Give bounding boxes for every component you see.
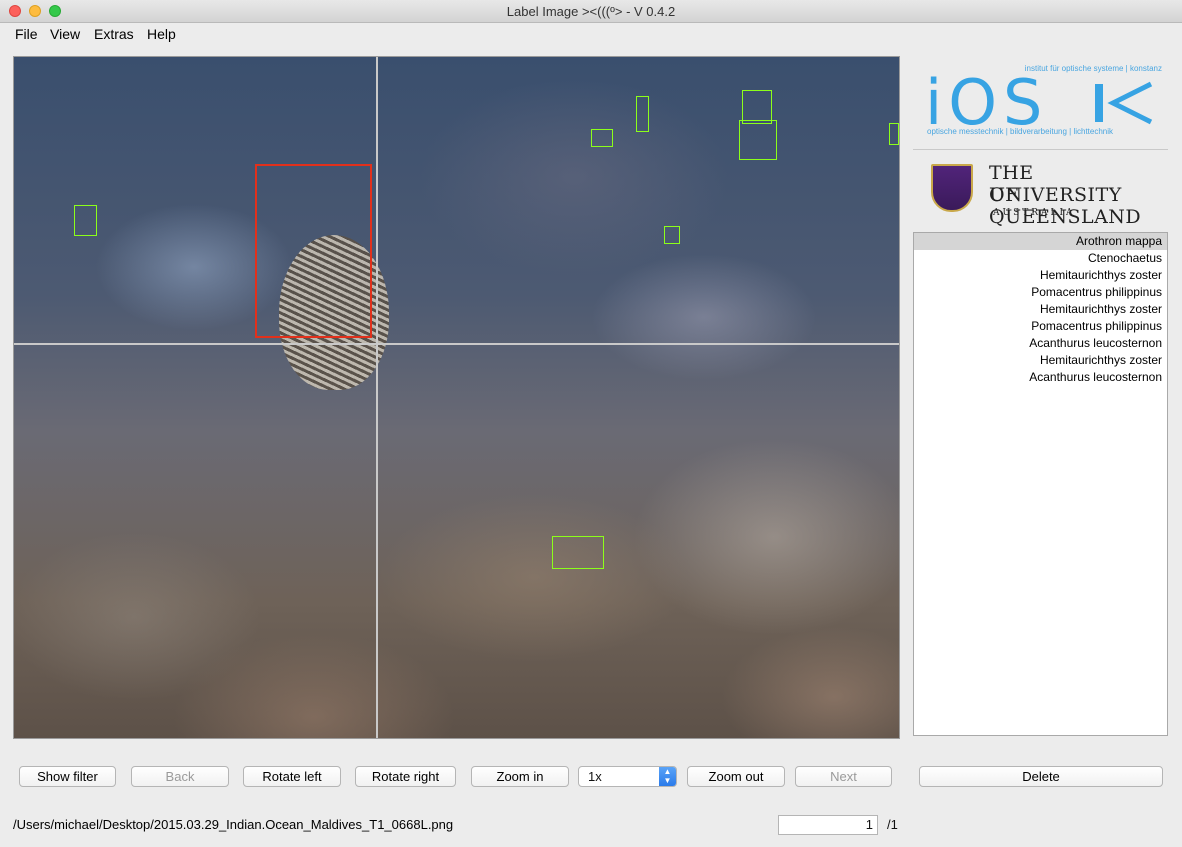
label-item[interactable]: Acanthurus leucosternon: [914, 369, 1167, 386]
ios-logo-symbol: [1095, 81, 1153, 125]
rotate-left-button[interactable]: Rotate left: [243, 766, 341, 787]
bounding-box[interactable]: [74, 205, 97, 236]
label-item[interactable]: Hemitaurichthys zoster: [914, 267, 1167, 284]
next-button[interactable]: Next: [795, 766, 892, 787]
title-bar: Label Image ><(((º> - V 0.4.2: [0, 0, 1182, 23]
label-item[interactable]: Ctenochaetus: [914, 250, 1167, 267]
label-item[interactable]: Acanthurus leucosternon: [914, 335, 1167, 352]
zoom-select[interactable]: 1x ▲ ▼: [578, 766, 677, 787]
bounding-box-selected[interactable]: [255, 164, 372, 338]
bounding-box[interactable]: [591, 129, 613, 147]
zoom-in-button[interactable]: Zoom in: [471, 766, 569, 787]
back-button[interactable]: Back: [131, 766, 229, 787]
show-filter-button[interactable]: Show filter: [19, 766, 116, 787]
label-item[interactable]: Hemitaurichthys zoster: [914, 352, 1167, 369]
page-number-input[interactable]: 1: [778, 815, 878, 835]
label-item[interactable]: Pomacentrus philippinus: [914, 318, 1167, 335]
uq-crest-icon: [931, 164, 973, 212]
uq-logo-line3: AUSTRALIA: [993, 208, 1076, 218]
bounding-box[interactable]: [889, 123, 899, 145]
grid-line-vertical: [376, 57, 378, 738]
file-path: /Users/michael/Desktop/2015.03.29_Indian…: [13, 817, 454, 832]
image-canvas[interactable]: [13, 56, 900, 739]
bounding-box[interactable]: [742, 90, 772, 124]
uq-logo-line2: OF QUEENSLAND: [989, 184, 1142, 228]
delete-button[interactable]: Delete: [919, 766, 1163, 787]
ios-logo-bottom-text: optische messtechnik | bildverarbeitung …: [927, 127, 1114, 136]
label-item-selected[interactable]: Arothron mappa: [914, 233, 1167, 250]
page-total: /1: [887, 817, 898, 832]
window-title: Label Image ><(((º> - V 0.4.2: [506, 4, 676, 19]
rotate-right-button[interactable]: Rotate right: [355, 766, 456, 787]
zoom-select-value: 1x: [588, 769, 602, 784]
ios-logo: institut für optische systeme | konstanz…: [913, 60, 1168, 142]
menu-bar: File View Extras Help: [0, 23, 1182, 45]
grid-line-horizontal: [14, 343, 899, 345]
bounding-box[interactable]: [664, 226, 680, 244]
bounding-box[interactable]: [636, 96, 649, 132]
chevron-up-down-icon: ▲ ▼: [659, 767, 676, 786]
menu-view[interactable]: View: [50, 26, 80, 42]
label-item[interactable]: Pomacentrus philippinus: [914, 284, 1167, 301]
zoom-out-button[interactable]: Zoom out: [687, 766, 785, 787]
logo-divider: [913, 149, 1168, 150]
uq-logo: THE UNIVERSITY OF QUEENSLAND AUSTRALIA: [913, 158, 1168, 228]
label-item[interactable]: Hemitaurichthys zoster: [914, 301, 1167, 318]
bounding-box[interactable]: [739, 120, 777, 160]
menu-extras[interactable]: Extras: [94, 26, 134, 42]
bounding-box[interactable]: [552, 536, 604, 569]
menu-help[interactable]: Help: [147, 26, 176, 42]
menu-file[interactable]: File: [15, 26, 38, 42]
label-list[interactable]: Arothron mappa Ctenochaetus Hemitauricht…: [913, 232, 1168, 736]
